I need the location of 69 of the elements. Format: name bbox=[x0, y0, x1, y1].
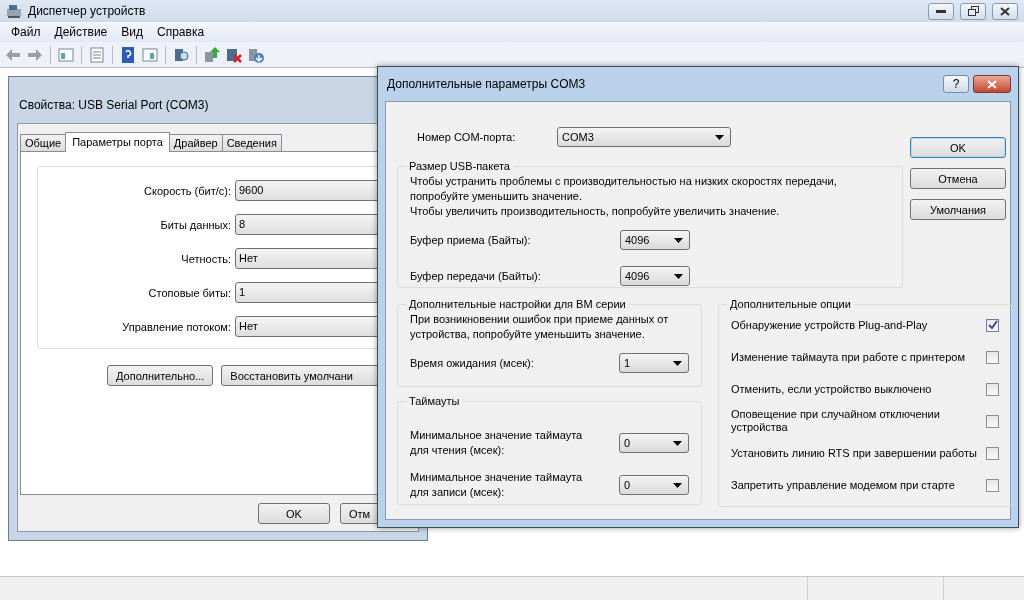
close-icon bbox=[987, 79, 997, 89]
close-button[interactable] bbox=[973, 75, 1011, 93]
advanced-button[interactable]: Дополнительно... bbox=[107, 365, 214, 386]
dropdown[interactable]: COM3 bbox=[557, 127, 731, 147]
dropdown-arrow-icon bbox=[674, 273, 683, 279]
dropdown-arrow-icon bbox=[674, 237, 683, 243]
dialog-title: Дополнительные параметры COM3 bbox=[387, 77, 587, 91]
checkbox[interactable] bbox=[986, 350, 999, 364]
field-label: Скорость (бит/с): bbox=[143, 184, 232, 197]
minimize-icon bbox=[936, 9, 946, 13]
restore-icon bbox=[967, 5, 979, 17]
field-label: Управление потоком: bbox=[121, 320, 232, 333]
dropdown-arrow-icon bbox=[673, 482, 682, 488]
checkbox[interactable] bbox=[986, 446, 999, 460]
field-label: Номер COM-порта: bbox=[417, 131, 517, 143]
option-label: Оповещение при случайном отключении устройства bbox=[731, 408, 941, 434]
field-label: Буфер приема (Байты): bbox=[410, 232, 532, 248]
close-button[interactable] bbox=[992, 2, 1018, 20]
field-label: Буфер передачи (Байты): bbox=[410, 268, 542, 284]
field-label: Биты данных: bbox=[159, 218, 232, 231]
option-label: Запретить управление модемом при старте bbox=[731, 478, 956, 492]
field-label: Минимальное значение таймаута для чтения (мсек): bbox=[410, 428, 584, 458]
tab[interactable]: Общие bbox=[20, 134, 67, 152]
panel-icon[interactable] bbox=[141, 45, 159, 64]
field-label: Стоповые биты: bbox=[147, 286, 232, 299]
dropdown-arrow-icon bbox=[673, 360, 682, 366]
field-label: Четность: bbox=[180, 252, 232, 265]
dropdown[interactable]: 4096 bbox=[620, 230, 690, 250]
group-title: Размер USB-пакета bbox=[408, 160, 511, 172]
group-title: Дополнительные опции bbox=[729, 298, 852, 310]
option-label: Установить линию RTS при завершении работы bbox=[731, 446, 978, 460]
window-title: Диспетчер устройств bbox=[28, 4, 147, 18]
tab[interactable]: Драйвер bbox=[168, 134, 223, 152]
dialog-button[interactable]: Отмена bbox=[910, 168, 1006, 189]
checkbox[interactable] bbox=[986, 478, 999, 492]
checkbox[interactable] bbox=[986, 318, 999, 332]
menu-item[interactable]: Справка bbox=[150, 23, 212, 41]
dialog-button[interactable]: Умолчания bbox=[910, 199, 1006, 220]
properties-icon[interactable] bbox=[88, 45, 106, 64]
dropdown[interactable]: 4096 bbox=[620, 266, 690, 286]
checkbox[interactable] bbox=[986, 382, 999, 396]
restore-button[interactable] bbox=[960, 2, 986, 20]
tab[interactable]: Сведения bbox=[221, 134, 282, 152]
dialog-title: Свойства: USB Serial Port (COM3) bbox=[19, 98, 210, 112]
panel-icon[interactable] bbox=[57, 45, 75, 64]
close-icon bbox=[1000, 6, 1010, 16]
option-label: Обнаружение устройств Plug-and-Play bbox=[731, 318, 929, 332]
checkbox[interactable] bbox=[986, 414, 999, 428]
update-icon[interactable] bbox=[203, 45, 221, 64]
help-button[interactable]: ? bbox=[943, 75, 969, 93]
option-label: Отменить, если устройство выключено bbox=[731, 382, 933, 396]
menu-item[interactable]: Файл bbox=[4, 23, 48, 41]
tab[interactable]: Параметры порта bbox=[65, 132, 170, 152]
field-label: Время ожидания (мсек): bbox=[410, 355, 535, 371]
minimize-button[interactable] bbox=[928, 2, 954, 20]
menu-item[interactable]: Вид bbox=[114, 23, 150, 41]
dialog-button[interactable]: OK bbox=[910, 137, 1006, 158]
dropdown-arrow-icon bbox=[715, 134, 724, 140]
menu-item[interactable]: Действие bbox=[47, 23, 115, 41]
dropdown[interactable]: 0 bbox=[619, 433, 689, 453]
field-label: Минимальное значение таймаута для записи (мсек): bbox=[410, 470, 584, 500]
dropdown[interactable]: 0 bbox=[619, 475, 689, 495]
device-manager-icon bbox=[6, 4, 22, 18]
dropdown[interactable]: 1 bbox=[619, 353, 689, 373]
dropdown-arrow-icon bbox=[673, 440, 682, 446]
option-label: Изменение таймаута при работе с принтером bbox=[731, 350, 966, 364]
group-title: Таймауты bbox=[408, 395, 461, 407]
help-icon[interactable] bbox=[119, 45, 137, 64]
ok-button[interactable]: OK bbox=[258, 503, 330, 524]
